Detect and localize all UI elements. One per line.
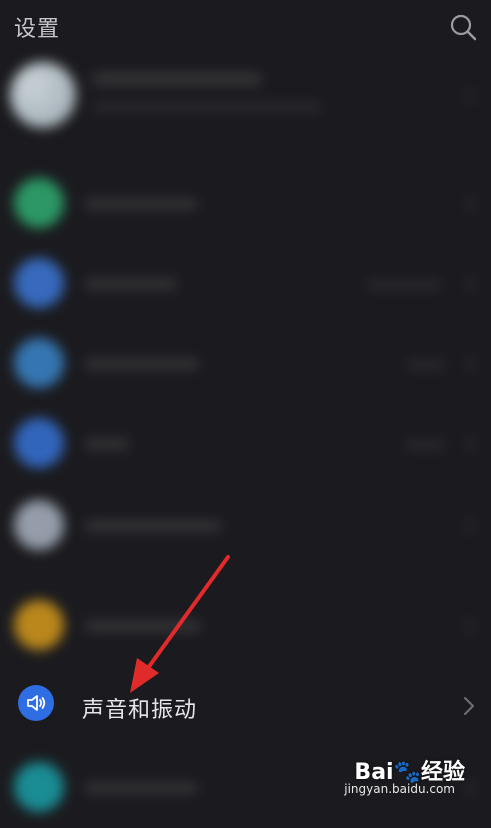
watermark-domain: jingyan.baidu.com [344,782,455,796]
chevron-right-icon [458,87,476,105]
sound-icon-badge [18,685,54,721]
row-label-blurred [84,198,198,210]
header: 设置 [0,0,491,54]
row-value-blurred [406,360,446,370]
row-label-blurred [84,438,130,450]
blue-icon [14,418,64,468]
row-label-blurred [84,358,200,370]
settings-row-6[interactable] [0,586,491,666]
row-value-blurred [404,440,446,450]
blue-icon [14,338,64,388]
sound-and-vibration-label: 声音和振动 [82,698,198,723]
row-label-blurred [84,782,198,794]
settings-row-4[interactable] [0,404,491,484]
teal-icon [14,762,64,812]
chevron-right-icon [458,435,476,453]
row-value-blurred [366,280,442,290]
row-label-blurred [84,620,202,632]
row-label-blurred [84,520,222,532]
profile-subtitle-blurred [92,102,322,112]
yellow-icon [14,600,64,650]
chevron-right-icon [458,517,476,535]
search-icon [450,14,477,41]
settings-row-5[interactable] [0,486,491,566]
chevron-right-icon [461,694,477,718]
gray-icon [14,500,64,550]
chevron-right-icon [458,275,476,293]
baidu-jingyan-watermark: Bai🐾经验 jingyan.baidu.com [344,754,465,798]
profile-name-blurred [92,72,262,86]
chevron-right-icon [458,195,476,213]
profile-row[interactable] [0,54,491,134]
search-button[interactable] [449,13,477,41]
chevron-right-icon [458,355,476,373]
settings-row-1[interactable] [0,164,491,244]
speaker-icon [27,695,46,711]
settings-row-3[interactable] [0,324,491,404]
avatar [10,62,76,128]
sound-and-vibration-row[interactable]: 声音和振动 [0,668,491,746]
blue-icon [14,258,64,308]
settings-row-2[interactable] [0,244,491,324]
chevron-right-icon [458,617,476,635]
row-label-blurred [84,278,178,290]
green-icon [14,178,64,228]
page-title: 设置 [14,17,61,42]
